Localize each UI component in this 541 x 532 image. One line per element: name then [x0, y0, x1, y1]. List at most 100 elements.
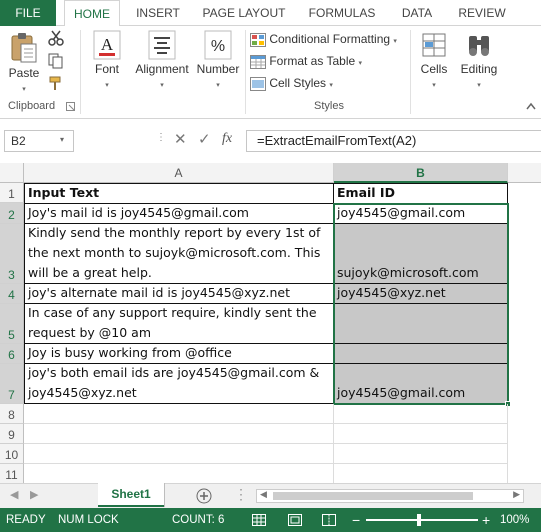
- tab-page-layout[interactable]: PAGE LAYOUT: [196, 0, 292, 26]
- cell-b10[interactable]: [334, 444, 508, 464]
- column-header-b[interactable]: B: [334, 163, 508, 183]
- column-header-a[interactable]: A: [24, 163, 334, 183]
- table-icon: [250, 54, 266, 69]
- cell-b2[interactable]: joy4545@gmail.com: [333, 203, 508, 224]
- zoom-slider[interactable]: [366, 519, 478, 521]
- collapse-ribbon-icon[interactable]: [526, 102, 536, 110]
- page-layout-view-icon[interactable]: [288, 514, 302, 526]
- paste-button[interactable]: Paste ▾: [6, 32, 42, 94]
- cell-b8[interactable]: [334, 404, 508, 424]
- cell-a1[interactable]: Input Text: [24, 183, 334, 204]
- zoom-level[interactable]: 100%: [500, 508, 529, 532]
- copy-icon[interactable]: [48, 53, 64, 69]
- zoom-in-icon[interactable]: +: [482, 508, 490, 532]
- paste-label: Paste: [8, 66, 40, 80]
- row-header-4[interactable]: 4: [0, 284, 24, 304]
- cell-b1[interactable]: Email ID: [333, 183, 508, 204]
- worksheet-grid: A B 1 2 3 4 5 6 7 8 9 10 11 Input Text E…: [0, 163, 541, 483]
- cell-b5[interactable]: [333, 303, 508, 344]
- row-header-1[interactable]: 1: [0, 183, 24, 203]
- cell-a6[interactable]: Joy is busy working from @office: [24, 343, 334, 364]
- chevron-down-icon: ▾: [477, 82, 481, 89]
- row-header-6[interactable]: 6: [0, 344, 24, 364]
- scroll-left-icon[interactable]: ◀: [10, 488, 18, 501]
- cell-b4[interactable]: joy4545@xyz.net: [333, 283, 508, 304]
- scroll-right-icon[interactable]: ▶: [513, 489, 520, 500]
- tab-data[interactable]: DATA: [392, 0, 442, 26]
- cells-button[interactable]: Cells ▾: [414, 30, 454, 90]
- tab-file[interactable]: FILE: [0, 0, 56, 26]
- zoom-slider-thumb[interactable]: [417, 514, 421, 526]
- row-header-2[interactable]: 2: [0, 203, 24, 224]
- row-header-11[interactable]: 11: [0, 464, 24, 483]
- row-header-8[interactable]: 8: [0, 404, 24, 424]
- chevron-down-icon[interactable]: ▾: [60, 135, 64, 144]
- cell-b9[interactable]: [334, 424, 508, 444]
- insert-function-icon[interactable]: fx: [222, 131, 232, 147]
- row-header-9[interactable]: 9: [0, 424, 24, 444]
- editing-button[interactable]: Editing ▾: [456, 30, 502, 90]
- more-icon[interactable]: ⋮: [156, 132, 166, 143]
- chevron-down-icon: ▾: [216, 82, 220, 89]
- cell-b6[interactable]: [333, 343, 508, 364]
- font-icon: A: [93, 30, 121, 60]
- scroll-left-icon[interactable]: ◀: [260, 489, 267, 500]
- formula-controls: ⋮ ✕ ✓ fx: [78, 130, 244, 152]
- more-icon: ⋮: [234, 486, 248, 502]
- cell-a10[interactable]: [24, 444, 334, 464]
- cell-b3[interactable]: sujoyk@microsoft.com: [333, 223, 508, 284]
- zoom-out-icon[interactable]: −: [352, 508, 360, 532]
- status-ready: READY: [6, 514, 46, 526]
- clipboard-group-label: Clipboard: [8, 100, 56, 112]
- tab-formulas[interactable]: FORMULAS: [300, 0, 384, 26]
- formula-input[interactable]: =ExtractEmailFromText(A2): [246, 130, 541, 152]
- cell-a3[interactable]: Kindly send the monthly report by every …: [24, 223, 334, 284]
- cell-a8[interactable]: [24, 404, 334, 424]
- cell-a4[interactable]: joy's alternate mail id is joy4545@xyz.n…: [24, 283, 334, 304]
- row-header-3[interactable]: 3: [0, 224, 24, 284]
- cell-a7[interactable]: joy's both email ids are joy4545@gmail.c…: [24, 363, 334, 404]
- scroll-right-icon[interactable]: ▶: [30, 488, 38, 501]
- scrollbar-thumb[interactable]: [273, 492, 473, 500]
- formula-bar: B2 ▾ ⋮ ✕ ✓ fx =ExtractEmailFromText(A2): [0, 126, 541, 156]
- format-painter-icon[interactable]: [48, 76, 64, 92]
- tab-home[interactable]: HOME: [64, 0, 120, 27]
- separator: [80, 30, 81, 114]
- cell-a5[interactable]: In case of any support require, kindly s…: [24, 303, 334, 344]
- format-as-table-button[interactable]: Format as Table ▾: [250, 51, 362, 71]
- cell-styles-button[interactable]: Cell Styles ▾: [250, 73, 333, 93]
- cancel-icon[interactable]: ✕: [174, 130, 187, 148]
- dialog-launcher-icon[interactable]: [66, 102, 75, 111]
- cell-styles-label: Cell Styles: [269, 76, 327, 90]
- cell-b11[interactable]: [334, 464, 508, 483]
- page-break-view-icon[interactable]: [322, 514, 336, 526]
- cut-icon[interactable]: [48, 30, 64, 46]
- column-header-c[interactable]: [508, 163, 541, 183]
- cell-b7[interactable]: joy4545@gmail.com: [333, 363, 508, 404]
- select-all-button[interactable]: [0, 163, 24, 183]
- styles-group-label: Styles: [314, 100, 344, 112]
- tab-insert[interactable]: INSERT: [128, 0, 188, 26]
- add-sheet-icon[interactable]: [196, 488, 212, 504]
- alignment-button[interactable]: Alignment ▾: [132, 30, 192, 90]
- number-label: Number: [196, 62, 240, 76]
- tab-review[interactable]: REVIEW: [450, 0, 514, 26]
- alignment-label: Alignment: [135, 62, 189, 76]
- cell-a11[interactable]: [24, 464, 334, 483]
- conditional-formatting-button[interactable]: Conditional Formatting ▾: [250, 29, 397, 49]
- binoculars-icon: [469, 36, 489, 56]
- font-button[interactable]: A Font ▾: [88, 30, 126, 90]
- horizontal-scrollbar[interactable]: ◀ ▶: [256, 489, 524, 503]
- chevron-down-icon: ▾: [432, 82, 436, 89]
- svg-text:A: A: [101, 35, 114, 54]
- cell-styles-icon: [250, 76, 266, 91]
- number-button[interactable]: % Number ▾: [194, 30, 242, 90]
- row-header-10[interactable]: 10: [0, 444, 24, 464]
- normal-view-icon[interactable]: [252, 514, 266, 526]
- sheet-tab-sheet1[interactable]: Sheet1: [98, 483, 164, 507]
- row-header-7[interactable]: 7: [0, 364, 24, 404]
- cell-a9[interactable]: [24, 424, 334, 444]
- row-header-5[interactable]: 5: [0, 304, 24, 344]
- enter-icon[interactable]: ✓: [198, 130, 211, 148]
- cell-a2[interactable]: Joy's mail id is joy4545@gmail.com: [24, 203, 334, 224]
